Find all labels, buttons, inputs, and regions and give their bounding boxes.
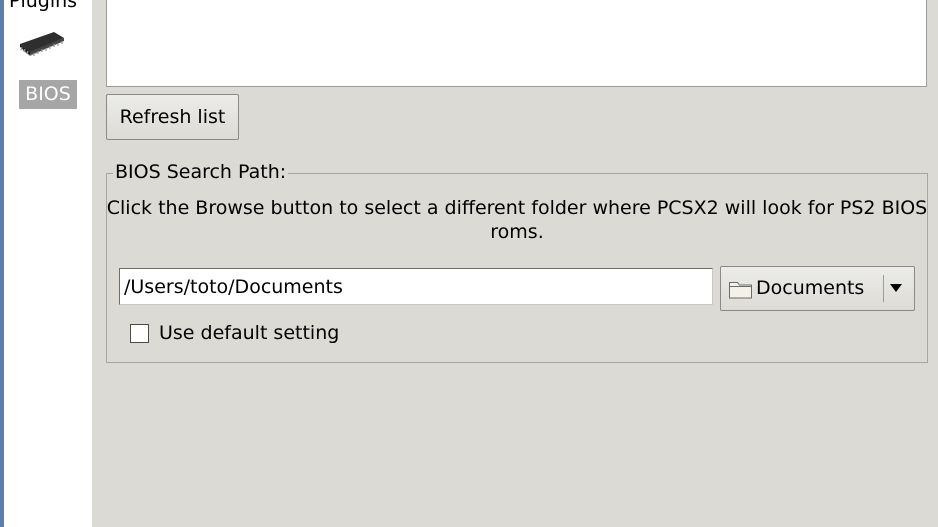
bios-search-path-title: BIOS Search Path:: [113, 161, 289, 183]
use-default-checkbox[interactable]: [130, 324, 149, 343]
folder-chooser-label: Documents: [756, 277, 865, 299]
use-default-label[interactable]: Use default setting: [159, 320, 339, 346]
chooser-separator: [883, 275, 884, 302]
help-text: Click the Browse button to select a diff…: [106, 197, 928, 243]
bios-path-input[interactable]: [119, 268, 713, 305]
sidebar-item-plugins[interactable]: Plugins: [9, 0, 77, 12]
sidebar: Plugins BIOS: [4, 0, 92, 527]
folder-icon: [729, 282, 752, 299]
chevron-down-icon[interactable]: [890, 284, 902, 292]
sidebar-item-bios[interactable]: BIOS: [19, 80, 77, 109]
folder-chooser-button[interactable]: Documents: [720, 266, 915, 311]
refresh-list-button[interactable]: Refresh list: [106, 94, 239, 140]
bios-list[interactable]: [106, 0, 927, 87]
cpu-chip-icon[interactable]: [16, 28, 68, 62]
